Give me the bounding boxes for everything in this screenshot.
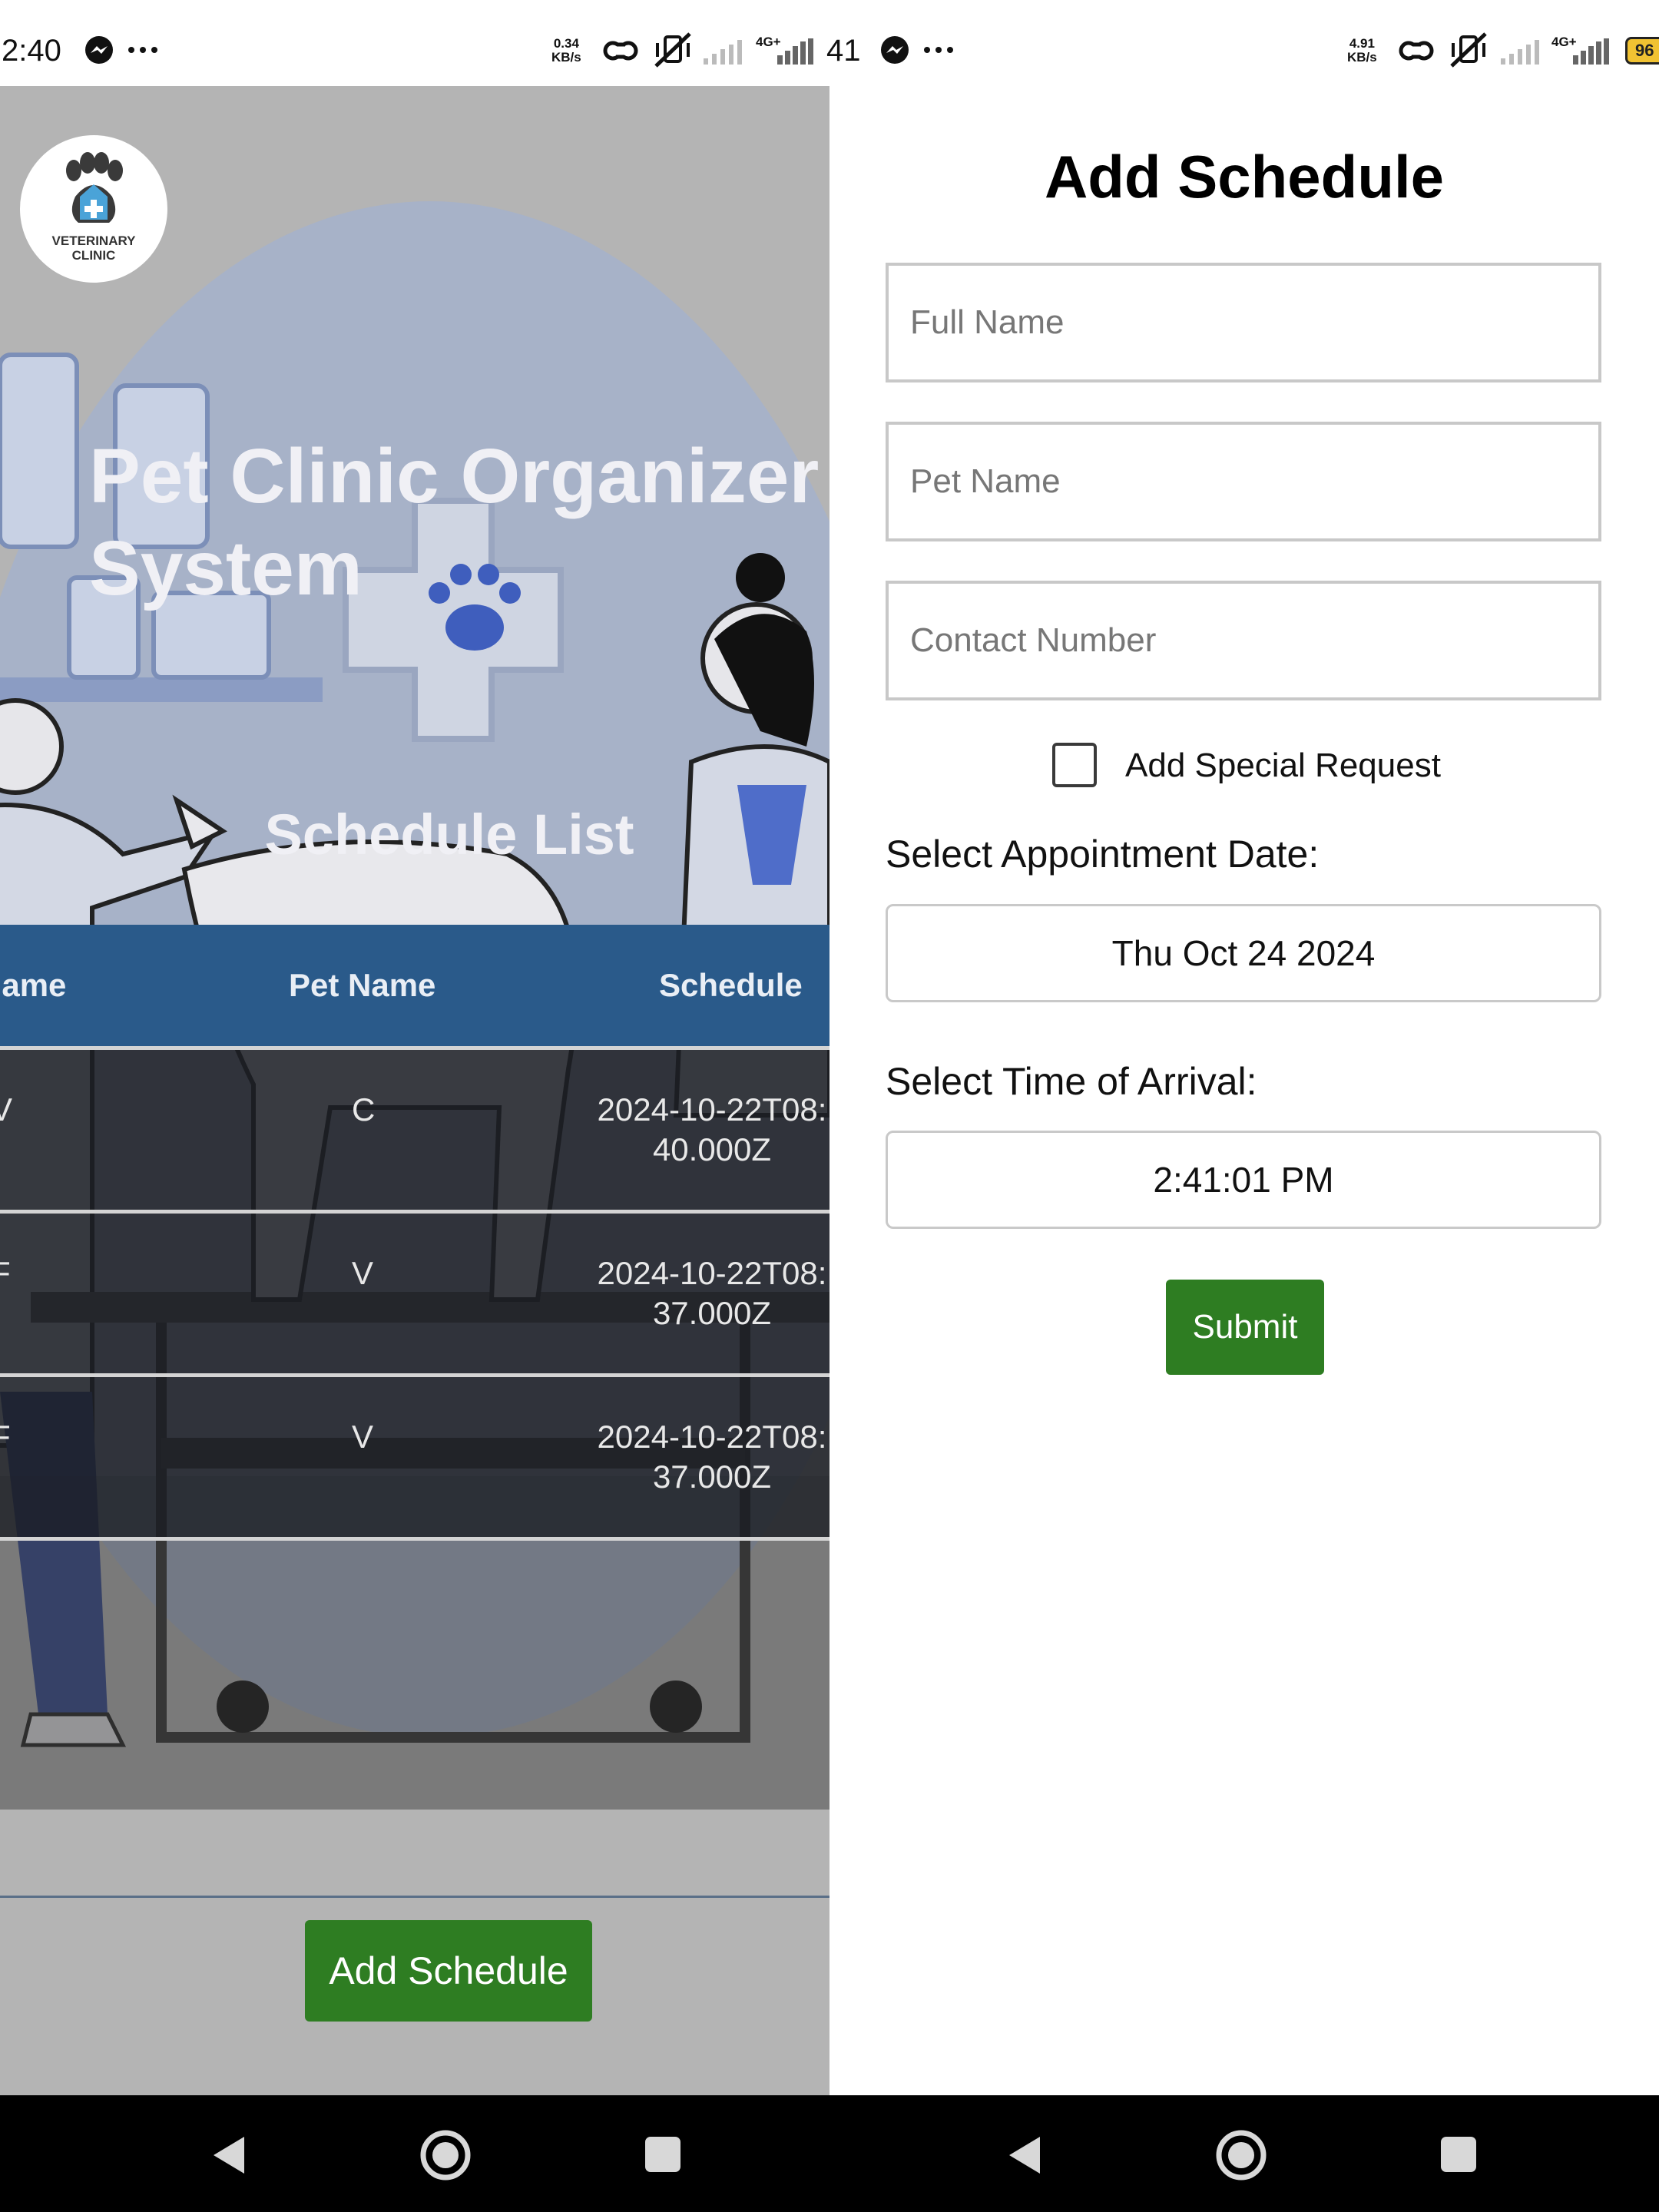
column-header-schedule: Schedule	[659, 967, 803, 1003]
home-icon[interactable]	[419, 2129, 472, 2181]
recents-icon[interactable]	[1439, 2135, 1478, 2174]
link-icon	[1399, 41, 1434, 61]
status-bar: 2:40 0.34 KB/s 4G+ 41 4.91 KB/s 4G+ 96	[0, 0, 1659, 86]
cell-pet-name: V	[352, 1255, 374, 1291]
table-body-empty	[0, 1541, 830, 1810]
paw-cross-logo-icon	[66, 152, 123, 223]
mute-vibrate-icon	[1450, 32, 1487, 68]
home-icon[interactable]	[1215, 2129, 1267, 2181]
recents-icon[interactable]	[644, 2135, 682, 2174]
messenger-icon	[85, 36, 113, 64]
battery-icon: 96	[1625, 37, 1659, 65]
cell-pet-name: C	[352, 1091, 376, 1128]
column-header-pet-name: Pet Name	[289, 967, 436, 1003]
net-speed: 0.34 KB/s	[551, 36, 581, 65]
schedule-list-title: Schedule List	[264, 803, 634, 866]
cell-name: F	[0, 1255, 11, 1291]
mute-vibrate-icon	[654, 32, 691, 68]
clinic-logo: VETERINARY CLINIC	[20, 135, 167, 283]
table-row[interactable]: F V 2024-10-22T08: 37.000Z	[0, 1210, 830, 1375]
special-request-checkbox[interactable]	[1052, 743, 1097, 787]
logo-text-line1: VETERINARY	[51, 233, 136, 248]
add-schedule-button[interactable]: Add Schedule	[305, 1920, 592, 2022]
column-header-name: Name	[0, 967, 67, 1003]
cell-schedule: 2024-10-22T08: 37.000Z	[597, 1255, 827, 1331]
full-name-input[interactable]	[886, 263, 1601, 382]
special-request-label: Add Special Request	[1125, 747, 1441, 784]
back-icon[interactable]	[209, 2134, 249, 2177]
battery-level: 96	[1635, 41, 1654, 60]
cell-schedule: 2024-10-22T08: 37.000Z	[597, 1419, 827, 1495]
more-icon	[924, 47, 953, 53]
cell-name: V	[0, 1091, 13, 1128]
messenger-icon	[881, 36, 909, 64]
signal-icon	[1501, 40, 1539, 65]
navigation-bar	[0, 2095, 1659, 2212]
table-row[interactable]: F V 2024-10-22T08: 37.000Z	[0, 1373, 830, 1538]
cell-name: F	[0, 1419, 11, 1455]
contact-number-input[interactable]	[886, 581, 1601, 700]
signal-icon	[777, 38, 813, 65]
signal-icon	[1573, 38, 1609, 65]
app-title: Pet Clinic Organizer System	[89, 433, 820, 611]
cell-pet-name: V	[352, 1419, 374, 1455]
arrival-time-label: Select Time of Arrival:	[886, 1060, 1257, 1103]
link-icon	[603, 41, 638, 61]
back-icon[interactable]	[1005, 2134, 1045, 2177]
form-title: Add Schedule	[1044, 143, 1445, 210]
appointment-date-picker[interactable]: Thu Oct 24 2024	[886, 904, 1601, 1002]
more-icon	[128, 47, 157, 53]
cell-schedule: 2024-10-22T08: 40.000Z	[597, 1091, 827, 1167]
arrival-time-picker[interactable]: 2:41:01 PM	[886, 1131, 1601, 1229]
net-speed: 4.91 KB/s	[1347, 36, 1377, 65]
battery-level: 41	[826, 34, 861, 68]
logo-text-line2: CLINIC	[71, 248, 116, 263]
signal-icon	[704, 40, 742, 65]
status-time: 2:40	[2, 34, 61, 68]
schedule-list-screen: VETERINARY CLINIC Pet Clinic Organizer S…	[0, 86, 830, 2095]
appointment-date-label: Select Appointment Date:	[886, 833, 1320, 876]
table-row[interactable]: V C 2024-10-22T08: 40.000Z	[0, 1046, 830, 1211]
pet-name-input[interactable]	[886, 422, 1601, 541]
submit-button[interactable]: Submit	[1166, 1280, 1324, 1375]
add-schedule-screen: Add Schedule Add Special Request Select …	[830, 86, 1659, 2095]
table-header: Name Pet Name Schedule	[0, 925, 830, 1046]
